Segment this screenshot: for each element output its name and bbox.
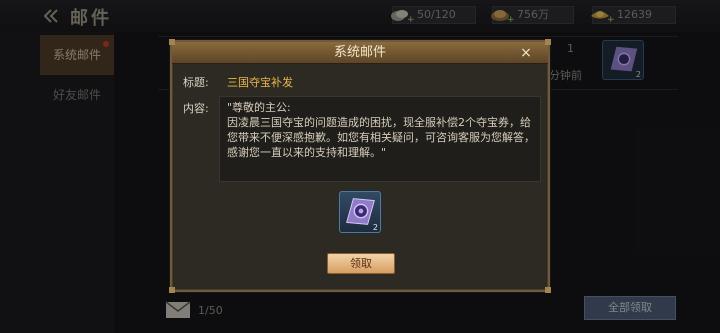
frame-ornament — [169, 39, 175, 45]
system-mail-dialog: 系统邮件 × 标题: 三国夺宝补发 内容: "尊敬的主公: 因凌晨三国夺宝的问题… — [169, 39, 551, 293]
frame-ornament — [545, 39, 551, 45]
content-text: "尊敬的主公: 因凌晨三国夺宝的问题造成的困扰，现全服补偿2个夺宝券，给您带来不… — [227, 101, 535, 159]
close-button[interactable]: × — [516, 43, 536, 63]
frame-ornament — [545, 287, 551, 293]
dialog-header: 系统邮件 × — [172, 42, 548, 64]
subject-value: 三国夺宝补发 — [227, 76, 293, 89]
frame-ornament — [169, 287, 175, 293]
claim-button[interactable]: 领取 — [327, 253, 395, 274]
reward-count: 2 — [372, 223, 378, 232]
subject-label: 标题: — [183, 76, 209, 89]
dialog-title: 系统邮件 — [333, 45, 386, 60]
content-label: 内容: — [183, 102, 209, 115]
reward-item[interactable]: 2 — [339, 191, 381, 233]
